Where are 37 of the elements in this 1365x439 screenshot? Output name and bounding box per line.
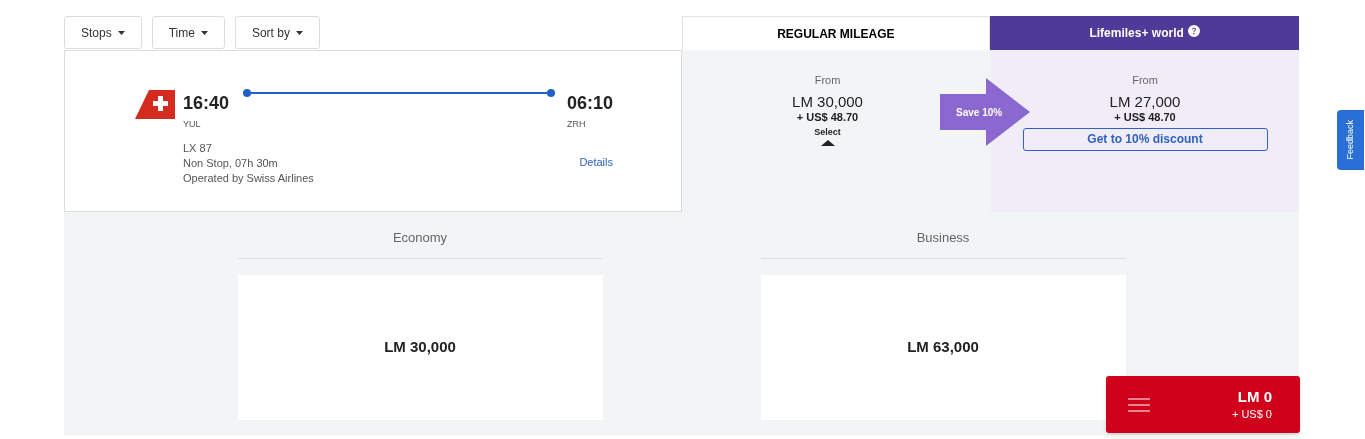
- departure-time: 16:40: [183, 92, 230, 114]
- help-icon[interactable]: [1187, 25, 1200, 37]
- filter-dropdown[interactable]: Stops: [64, 16, 142, 49]
- arrival-time: 06:10: [566, 92, 613, 114]
- departure-airport: YUL: [183, 118, 202, 131]
- arrival-airport: ZRH: [566, 118, 587, 131]
- details-link[interactable]: Details: [579, 154, 613, 171]
- swiss-tail-logo: [135, 90, 175, 119]
- filter-dropdown[interactable]: Sort by: [234, 16, 320, 49]
- caret-icon: [117, 30, 125, 35]
- save-badge: Save 10%: [940, 78, 1030, 146]
- feedback-tab[interactable]: Feedback: [1337, 110, 1364, 170]
- caret-up-icon: [820, 139, 835, 146]
- fare-taxes: + US$ 48.70: [796, 110, 859, 124]
- fare-miles: LM 27,000: [1109, 92, 1181, 111]
- cart-taxes: + US$ 0: [1231, 406, 1272, 422]
- operator-text: Operated by Swiss Airlines: [183, 170, 314, 186]
- fare-tab[interactable]: Lifemiles+ world: [990, 16, 1299, 50]
- cabin-heading: Business: [760, 228, 1126, 259]
- filter-dropdown[interactable]: Time: [151, 16, 225, 49]
- cart-miles: LM 0: [1237, 386, 1272, 406]
- select-button[interactable]: Select: [814, 126, 841, 146]
- discount-button[interactable]: Get to 10% discount: [1022, 127, 1268, 151]
- flight-number: LX 87: [183, 140, 213, 156]
- caret-icon: [200, 30, 208, 35]
- cabin-heading: Economy: [237, 228, 603, 259]
- cabin-fare-card[interactable]: LM 30,000: [237, 274, 603, 420]
- flight-duration: Non Stop, 07h 30m: [183, 155, 279, 171]
- from-label: From: [814, 73, 841, 88]
- cart-summary-button[interactable]: LM 0 + US$ 0: [1106, 376, 1300, 433]
- cabin-fare-card[interactable]: LM 63,000: [760, 274, 1126, 420]
- fare-taxes: + US$ 48.70: [1114, 110, 1176, 124]
- menu-icon: [1128, 397, 1150, 412]
- fare-miles: LM 30,000: [792, 92, 863, 111]
- caret-icon: [295, 30, 303, 35]
- from-label: From: [1132, 73, 1158, 88]
- fare-tab[interactable]: REGULAR MILEAGE: [681, 16, 991, 50]
